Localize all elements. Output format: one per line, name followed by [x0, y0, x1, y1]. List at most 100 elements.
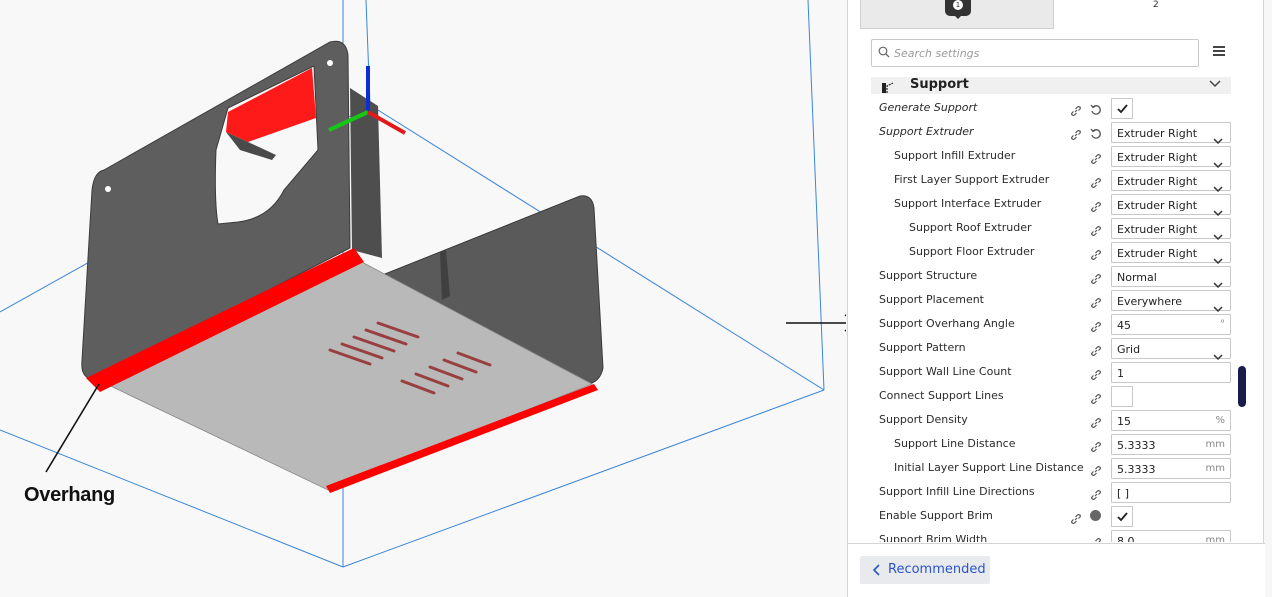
setting-dropdown[interactable]: Extruder Right — [1111, 218, 1231, 241]
chevron-down-icon — [1213, 226, 1223, 241]
setting-input[interactable]: 5.3333 mm — [1111, 434, 1231, 455]
info-icon[interactable] — [1090, 510, 1101, 521]
reset-icon[interactable] — [1090, 101, 1102, 115]
setting-label: Support Overhang Angle — [879, 317, 1015, 330]
link-icon[interactable] — [1070, 510, 1082, 524]
setting-label: Support Infill Extruder — [894, 149, 1016, 162]
setting-input[interactable]: 45 ° — [1111, 314, 1231, 335]
link-icon[interactable] — [1090, 414, 1102, 428]
resize-grip-icon[interactable] — [1049, 592, 1065, 596]
chevron-down-icon — [1213, 298, 1223, 313]
link-icon[interactable] — [1090, 486, 1102, 500]
link-icon[interactable] — [1090, 318, 1102, 332]
setting-label: Support Line Distance — [894, 437, 1016, 450]
recommended-label: Recommended — [888, 562, 986, 577]
setting-row: Support Infill Extruder Extruder Right — [848, 144, 1265, 169]
setting-dropdown[interactable]: Extruder Right — [1111, 146, 1231, 169]
link-icon[interactable] — [1070, 126, 1082, 140]
link-icon[interactable] — [1090, 246, 1102, 260]
reset-icon[interactable] — [1090, 125, 1102, 139]
setting-dropdown[interactable]: Extruder Right — [1111, 242, 1231, 265]
setting-row: First Layer Support Extruder Extruder Rig… — [848, 168, 1265, 193]
extruder-tabs: 1 2 — [860, 0, 1255, 29]
setting-value: 5.3333 — [1117, 439, 1156, 452]
setting-value: Extruder Right — [1117, 199, 1198, 212]
setting-input[interactable]: 15% — [1111, 410, 1231, 431]
chevron-down-icon — [1213, 274, 1223, 289]
setting-value: 45 — [1117, 319, 1131, 332]
setting-label: Support Infill Line Directions — [879, 485, 1035, 498]
recommended-button[interactable]: Recommended — [860, 556, 990, 584]
chevron-down-icon — [1213, 202, 1223, 217]
setting-dropdown[interactable]: Extruder Right — [1111, 170, 1231, 193]
link-icon[interactable] — [1090, 222, 1102, 236]
link-icon[interactable] — [1090, 342, 1102, 356]
link-icon[interactable] — [1090, 534, 1102, 542]
link-icon[interactable] — [1090, 198, 1102, 212]
setting-unit: ° — [1220, 319, 1225, 330]
model-scene — [0, 0, 846, 568]
setting-value: Everywhere — [1117, 295, 1183, 308]
chevron-down-icon — [1213, 250, 1223, 265]
overhang-label: Overhang — [24, 484, 115, 506]
setting-label: Support Interface Extruder — [894, 197, 1042, 210]
setting-row: Initial Layer Support Line Distance 5.333… — [848, 456, 1265, 480]
setting-value: Grid — [1117, 343, 1141, 356]
chevron-down-icon — [1213, 346, 1223, 361]
print-settings-panel: 1 2 Search settings Support Generate Sup… — [847, 0, 1265, 597]
setting-label: Enable Support Brim — [879, 509, 993, 522]
setting-dropdown[interactable]: Grid — [1111, 338, 1231, 361]
link-icon[interactable] — [1090, 438, 1102, 452]
link-icon[interactable] — [1090, 366, 1102, 380]
setting-dropdown[interactable]: Extruder Right — [1111, 122, 1231, 145]
setting-dropdown[interactable]: Normal — [1111, 266, 1231, 289]
setting-dropdown[interactable]: Extruder Right — [1111, 194, 1231, 217]
tab-extruder-1[interactable]: 1 — [860, 0, 1054, 29]
setting-checkbox[interactable] — [1111, 98, 1133, 119]
link-icon[interactable] — [1090, 390, 1102, 404]
setting-label: Support Pattern — [879, 341, 966, 354]
panel-arrow — [786, 314, 846, 332]
link-icon[interactable] — [1090, 462, 1102, 476]
setting-row: Support Placement Everywhere — [848, 288, 1265, 313]
setting-value: 8.0 — [1117, 535, 1135, 542]
settings-list: Generate Support Support Extruder Extruder… — [848, 96, 1265, 542]
setting-input[interactable]: [ ] — [1111, 482, 1231, 503]
setting-row: Support Overhang Angle 45 ° — [848, 312, 1265, 336]
setting-row: Support Line Distance 5.3333 mm — [848, 432, 1265, 456]
support-icon — [882, 82, 894, 93]
extruder-icon: 1 — [945, 0, 971, 16]
3d-viewport[interactable]: Overhang — [0, 0, 846, 597]
link-icon[interactable] — [1070, 102, 1082, 116]
setting-value: Extruder Right — [1117, 223, 1198, 236]
setting-input[interactable]: 8.0 mm — [1111, 530, 1231, 542]
panel-footer: Recommended — [848, 543, 1265, 597]
link-icon[interactable] — [1090, 270, 1102, 284]
support-section-header[interactable]: Support — [871, 77, 1231, 94]
setting-row: Support Density 15% — [848, 408, 1265, 432]
setting-value: Extruder Right — [1117, 151, 1198, 164]
setting-row: Connect Support Lines — [848, 384, 1265, 408]
settings-scrollbar[interactable] — [1238, 366, 1246, 407]
section-title: Support — [910, 77, 969, 92]
search-icon — [878, 46, 890, 58]
setting-value: Normal — [1117, 271, 1157, 284]
setting-input[interactable]: 5.3333 mm — [1111, 458, 1231, 479]
tab-extruder-2[interactable]: 2 — [1060, 0, 1255, 29]
setting-label: Support Roof Extruder — [909, 221, 1032, 234]
setting-checkbox[interactable] — [1111, 386, 1133, 407]
link-icon[interactable] — [1090, 150, 1102, 164]
app-root: Overhang 1 2 Search settings Support Gen… — [0, 0, 1272, 597]
setting-value: [ ] — [1117, 487, 1130, 500]
setting-unit: mm — [1205, 535, 1225, 542]
setting-label: Support Structure — [879, 269, 978, 282]
hamburger-menu-icon[interactable] — [1213, 46, 1225, 56]
search-settings-input[interactable]: Search settings — [871, 39, 1199, 67]
link-icon[interactable] — [1090, 294, 1102, 308]
setting-checkbox[interactable] — [1111, 506, 1133, 527]
setting-input[interactable]: 1 — [1111, 362, 1231, 383]
setting-dropdown[interactable]: Everywhere — [1111, 290, 1231, 313]
link-icon[interactable] — [1090, 174, 1102, 188]
tab-extruder-2-label: 2 — [1153, 0, 1159, 10]
setting-unit: % — [1215, 415, 1225, 426]
